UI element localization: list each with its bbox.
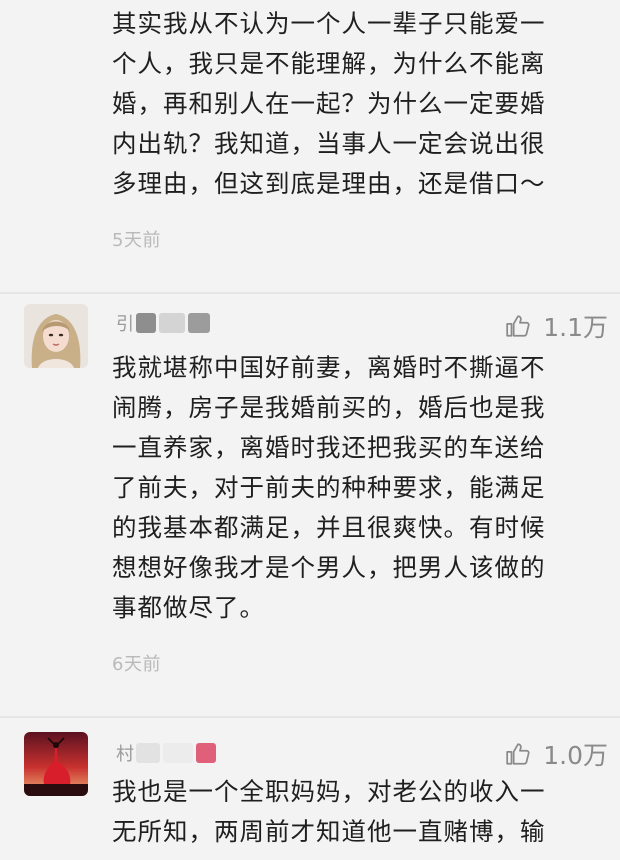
comment-feed: 其实我从不认为一个人一辈子只能爱一 个人，我只是不能理解，为什么不能离 婚，再和… bbox=[0, 0, 620, 860]
thumbs-up-icon bbox=[506, 743, 530, 765]
like-count: 1.1万 bbox=[543, 313, 608, 342]
thumbs-up-icon bbox=[506, 315, 530, 337]
comment-text: 我就堪称中国好前妻，离婚时不撕逼不 闹腾，房子是我婚前买的，婚后也是我 一直养家… bbox=[112, 353, 546, 622]
like-count: 1.0万 bbox=[543, 741, 608, 770]
username-redacted bbox=[159, 313, 185, 333]
avatar[interactable] bbox=[24, 732, 88, 796]
comment-time: 5天前 bbox=[112, 230, 161, 251]
avatar-woman-photo bbox=[24, 304, 88, 368]
username-redacted bbox=[188, 313, 210, 333]
comment-text: 我也是一个全职妈妈，对老公的收入一 无所知，两周前才知道他一直赌博，输 bbox=[112, 777, 546, 846]
comment-text: 其实我从不认为一个人一辈子只能爱一 个人，我只是不能理解，为什么不能离 婚，再和… bbox=[112, 9, 546, 198]
username-redacted bbox=[136, 743, 160, 763]
username-initial: 引 bbox=[116, 314, 134, 335]
username-redacted bbox=[136, 313, 156, 333]
avatar-dancer-photo bbox=[24, 732, 88, 796]
comment-divider bbox=[0, 716, 620, 718]
like-button[interactable]: 1.0万 bbox=[505, 736, 608, 772]
comment-time: 6天前 bbox=[112, 654, 161, 675]
username-initial: 村 bbox=[116, 744, 134, 765]
username[interactable]: 引 bbox=[116, 310, 213, 336]
comment-divider bbox=[0, 292, 620, 294]
like-button[interactable]: 1.1万 bbox=[505, 308, 608, 344]
username[interactable]: 村 bbox=[116, 740, 219, 766]
avatar[interactable] bbox=[24, 304, 88, 368]
username-redacted bbox=[196, 743, 216, 763]
username-redacted bbox=[163, 743, 193, 763]
